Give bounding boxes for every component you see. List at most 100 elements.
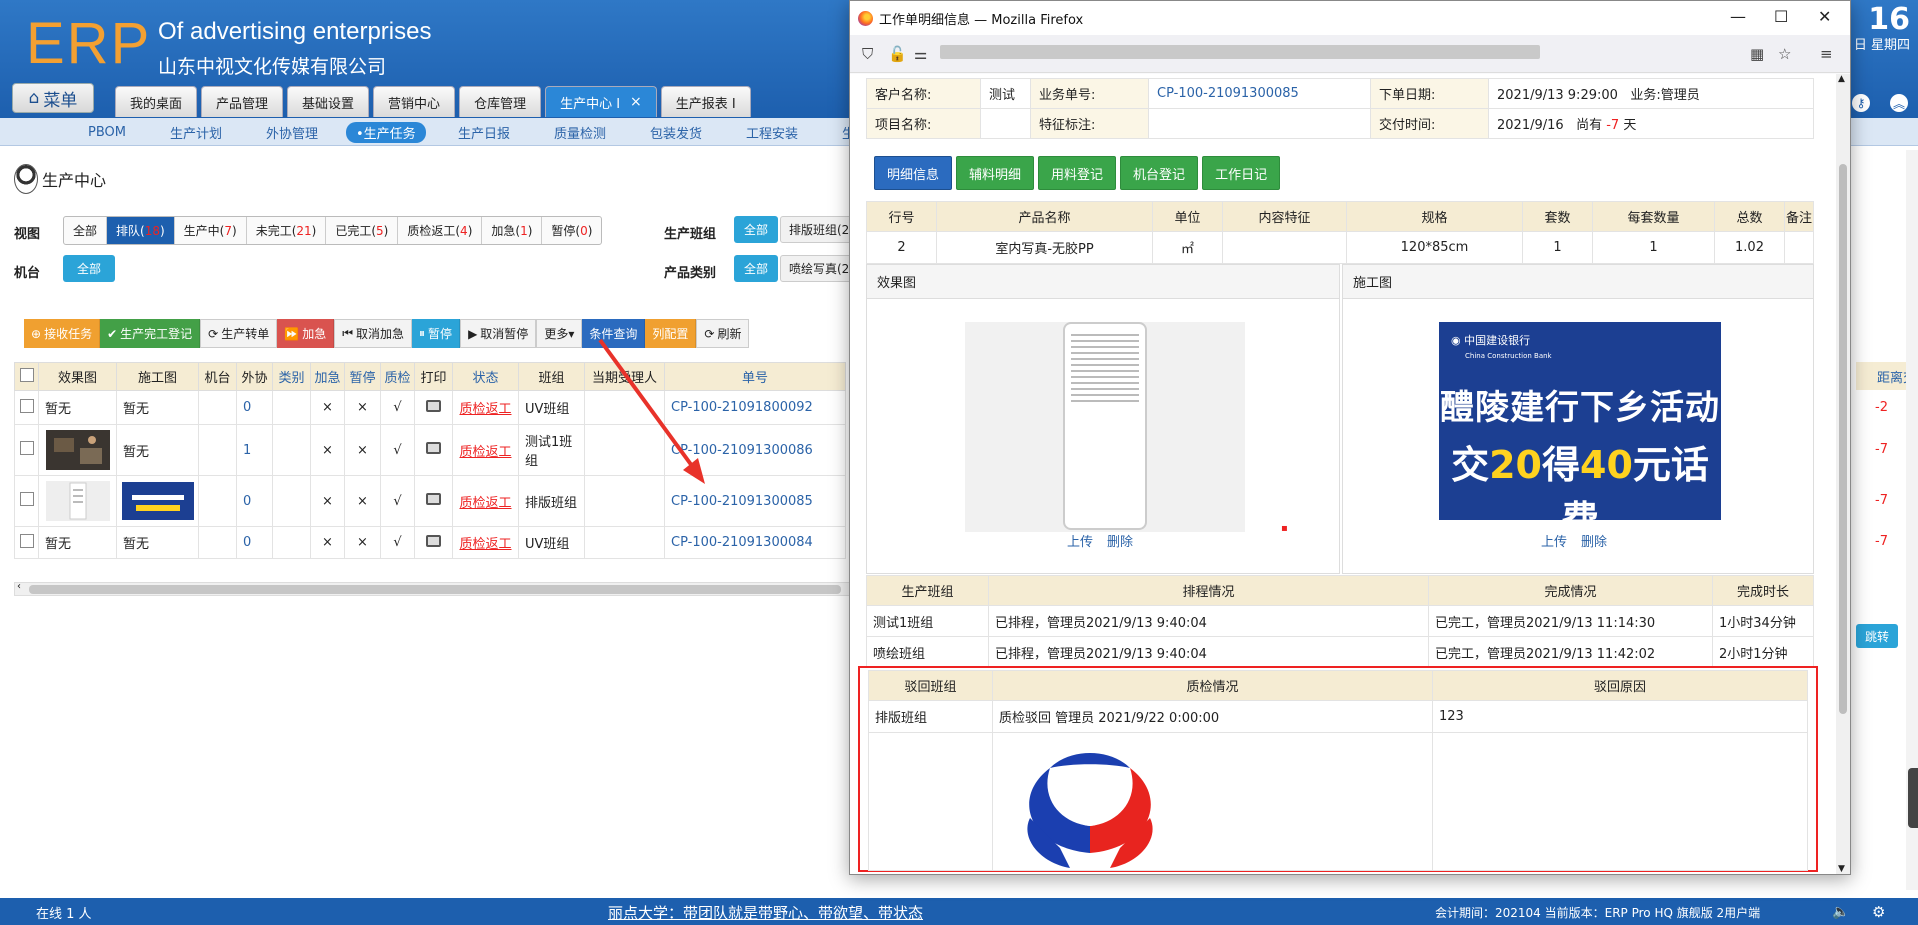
- filter-all[interactable]: 全部: [64, 217, 108, 244]
- construct-upload-link[interactable]: 上传: [1541, 531, 1567, 550]
- window-titlebar[interactable]: 工作单明细信息 — Mozilla Firefox — ☐ ✕: [850, 1, 1850, 35]
- tab-work-log[interactable]: 工作日记: [1202, 156, 1281, 190]
- effect-upload-link[interactable]: 上传: [1067, 531, 1093, 550]
- subnav-daily[interactable]: 生产日报: [448, 122, 520, 143]
- cell-effect[interactable]: [38, 424, 117, 476]
- cell-status[interactable]: 质检返工: [452, 424, 519, 476]
- subnav-quality[interactable]: 质量检测: [544, 122, 616, 143]
- marquee-link[interactable]: 丽点大学：带团队就是带野心、带欲望、带状态: [608, 902, 923, 923]
- chevron-up-icon[interactable]: ▲: [1838, 74, 1845, 84]
- shield-icon[interactable]: ⛉: [862, 45, 873, 63]
- subnav-package[interactable]: 包装发货: [640, 122, 712, 143]
- finish-register-button[interactable]: ✔ 生产完工登记: [100, 319, 201, 348]
- printer-icon[interactable]: [426, 534, 441, 547]
- bizno-value[interactable]: CP-100-21091300085: [1148, 78, 1371, 109]
- subnav-outsource[interactable]: 外协管理: [256, 122, 328, 143]
- select-all-checkbox[interactable]: [19, 367, 34, 382]
- tab-production[interactable]: 生产中心 I ×: [545, 86, 657, 117]
- tab-report[interactable]: 生产报表 I: [660, 86, 751, 117]
- hamburger-menu-icon[interactable]: ≡: [1820, 45, 1833, 63]
- cell-effect[interactable]: [38, 475, 117, 527]
- qr-code-icon[interactable]: ▦: [1750, 45, 1764, 63]
- subnav-install[interactable]: 工程安装: [736, 122, 808, 143]
- cell-outsource[interactable]: 0: [236, 475, 273, 527]
- close-icon[interactable]: ×: [630, 94, 642, 110]
- urgent-button[interactable]: ⏩ 加急: [277, 319, 335, 348]
- effect-image[interactable]: [965, 322, 1245, 532]
- table-row[interactable]: 暂无 暂无 0 × × √ 质检返工 UV班组 CP-100-210913000…: [14, 526, 846, 559]
- cell-order[interactable]: CP-100-21091300084: [664, 526, 846, 559]
- printer-icon[interactable]: [426, 493, 441, 505]
- team-all-button[interactable]: 全部: [734, 216, 779, 243]
- cancel-urgent-button[interactable]: ⏮ 取消加急: [334, 319, 413, 348]
- filter-inprogress[interactable]: 生产中(7): [175, 217, 247, 244]
- cell-outsource[interactable]: 0: [236, 390, 273, 425]
- table-row[interactable]: 暂无 暂无 0 × × √ 质检返工 UV班组 CP-100-210918000…: [14, 390, 846, 425]
- machine-all-button[interactable]: 全部: [63, 255, 116, 282]
- col-outsource[interactable]: 外协: [236, 362, 273, 391]
- cell-outsource[interactable]: 1: [236, 424, 273, 476]
- row-select[interactable]: [14, 390, 39, 425]
- col-machine[interactable]: 机台: [198, 362, 237, 391]
- cell-status[interactable]: 质检返工: [452, 526, 519, 559]
- cancel-pause-button[interactable]: ▶ 取消暂停: [460, 319, 537, 348]
- filter-queue[interactable]: 排队(18): [107, 217, 175, 244]
- filter-urgent[interactable]: 加急(1): [482, 217, 543, 244]
- side-handle[interactable]: [1908, 768, 1918, 828]
- lock-icon[interactable]: 🔓: [888, 45, 907, 63]
- subnav-task[interactable]: •生产任务: [346, 122, 426, 143]
- pause-button[interactable]: ⏸ 暂停: [412, 319, 461, 348]
- tab-desktop[interactable]: 我的桌面: [115, 86, 198, 117]
- col-order[interactable]: 单号: [664, 362, 846, 391]
- effect-thumbnail[interactable]: [45, 430, 110, 470]
- filter-finished[interactable]: 已完工(5): [326, 217, 399, 244]
- tab-warehouse[interactable]: 仓库管理: [459, 86, 542, 117]
- query-button[interactable]: 条件查询: [582, 319, 646, 348]
- col-category[interactable]: 类别: [272, 362, 311, 391]
- row-select[interactable]: [14, 475, 39, 527]
- row-checkbox[interactable]: [19, 533, 34, 548]
- tab-marketing[interactable]: 营销中心: [373, 86, 456, 117]
- effect-delete-link[interactable]: 删除: [1107, 531, 1133, 550]
- chevron-down-icon[interactable]: ▼: [1838, 864, 1845, 874]
- row-checkbox[interactable]: [19, 492, 34, 506]
- grid-horizontal-scrollbar[interactable]: ‹: [14, 581, 852, 596]
- cell-status[interactable]: 质检返工: [452, 390, 519, 425]
- scrollbar-thumb[interactable]: [1839, 164, 1847, 714]
- col-construct[interactable]: 施工图: [116, 362, 199, 391]
- url-field[interactable]: [940, 45, 1540, 59]
- transfer-button[interactable]: ⟳ 生产转单: [200, 319, 278, 348]
- cell-print[interactable]: [414, 475, 453, 527]
- category-print-button[interactable]: 喷绘写真(2: [780, 255, 859, 282]
- col-status[interactable]: 状态: [452, 362, 519, 391]
- receive-task-button[interactable]: ⊕ 接收任务: [24, 319, 101, 348]
- popup-vertical-scrollbar[interactable]: ▲ ▼: [1836, 74, 1850, 874]
- tab-basic[interactable]: 基础设置: [287, 86, 370, 117]
- key-icon[interactable]: ⚷: [1852, 94, 1870, 112]
- table-row[interactable]: 暂无 1 × × √ 质检返工 测试1班组 CP-100-21091300086: [14, 424, 846, 476]
- printer-icon[interactable]: [426, 442, 441, 454]
- category-all-button[interactable]: 全部: [734, 255, 779, 282]
- scrollbar-thumb[interactable]: [29, 585, 841, 594]
- printer-icon[interactable]: [426, 399, 441, 412]
- col-qc[interactable]: 质检: [380, 362, 415, 391]
- cell-print[interactable]: [414, 424, 453, 476]
- chevron-up-icon[interactable]: ︽: [1890, 94, 1908, 112]
- subnav-pbom[interactable]: PBOM: [78, 122, 136, 143]
- table-row[interactable]: 0 × × √ 质检返工 排版班组 CP-100-21091300085: [14, 475, 846, 527]
- close-icon[interactable]: ✕: [1818, 7, 1831, 26]
- cell-order[interactable]: CP-100-21091300085: [664, 475, 846, 527]
- row-checkbox[interactable]: [19, 441, 34, 455]
- effect-thumbnail[interactable]: [45, 481, 110, 521]
- tab-machine-register[interactable]: 机台登记: [1120, 156, 1199, 190]
- col-effect[interactable]: 效果图: [38, 362, 117, 391]
- row-select[interactable]: [14, 424, 39, 476]
- filter-unfinished[interactable]: 未完工(21): [247, 217, 327, 244]
- col-urgent[interactable]: 加急: [310, 362, 345, 391]
- filter-paused[interactable]: 暂停(0): [542, 217, 601, 244]
- tab-aux-material[interactable]: 辅料明细: [956, 156, 1035, 190]
- more-button[interactable]: 更多▾: [536, 319, 583, 348]
- gear-icon[interactable]: ⚙: [1872, 903, 1885, 921]
- row-select[interactable]: [14, 526, 39, 559]
- cell-print[interactable]: [414, 390, 453, 425]
